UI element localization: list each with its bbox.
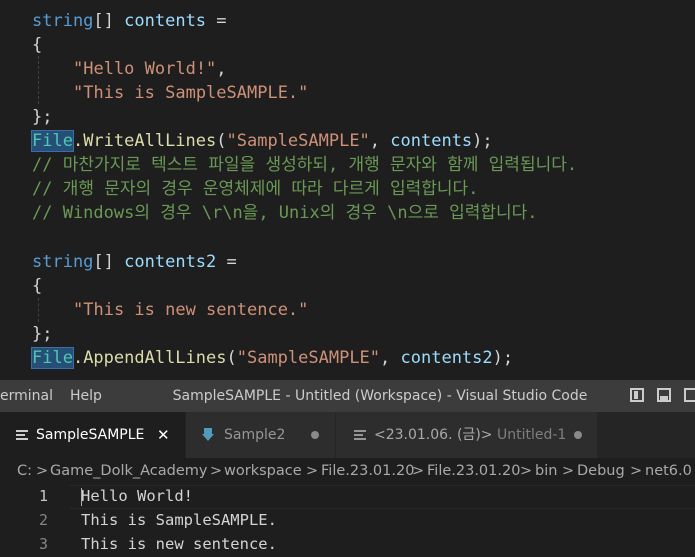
comment-line: // Windows의 경우 \r\n을, Unix의 경우 \n으로 입력합니… [32, 203, 538, 223]
close-icon[interactable]: ✕ [157, 412, 170, 458]
string-literal: "This is new sentence." [73, 300, 309, 320]
separator: , [380, 348, 401, 368]
breadcrumb-separator: > [630, 463, 643, 479]
variable-name: contents [124, 11, 207, 31]
editor-tab-bar: SampleSAMPLE ✕ Sample2 <23.01.06. (금)> U… [0, 412, 695, 458]
lines-icon [354, 430, 366, 440]
layout-icon[interactable] [684, 388, 695, 402]
download-arrow-icon [202, 428, 214, 441]
string-literal: "This is SampleSAMPLE." [73, 83, 309, 103]
breadcrumb-item[interactable]: File.23.01.20 [321, 458, 414, 484]
breadcrumb-separator: > [562, 463, 575, 479]
unsaved-dot-icon[interactable] [574, 431, 582, 439]
breadcrumb-item[interactable]: C: [17, 458, 32, 484]
text-cursor [81, 488, 82, 506]
string-literal: "Hello World!" [73, 59, 217, 79]
tab-untitled-1[interactable]: <23.01.06. (금)> Untitled-1 [336, 412, 598, 458]
punctuation: , [216, 59, 227, 79]
separator: , [369, 131, 391, 151]
brackets: [] [93, 11, 114, 31]
lines-icon [16, 430, 28, 440]
class-name: File [31, 347, 74, 369]
toggle-sidebar-icon[interactable] [630, 388, 644, 402]
brackets: [] [93, 252, 114, 272]
method-name: .AppendAllLines [72, 348, 227, 368]
breadcrumb-separator: > [306, 463, 319, 479]
code-line: }; [32, 324, 53, 344]
tab-label: Untitled-1 [497, 427, 567, 443]
editor-line[interactable]: This is SampleSAMPLE. [81, 508, 277, 532]
indent-guide [38, 298, 39, 322]
code-line: { [32, 35, 43, 55]
breadcrumb-item[interactable]: workspace [224, 458, 302, 484]
class-name: File [31, 130, 74, 152]
string-literal: "SampleSAMPLE" [226, 131, 370, 151]
editor-line[interactable]: This is new sentence. [81, 532, 277, 556]
code-line: string[] contents2 = [32, 250, 237, 274]
string-literal: "SampleSAMPLE" [236, 348, 381, 368]
breadcrumb: C: > Game_Dolk_Academy > workspace > Fil… [0, 458, 695, 484]
breadcrumb-separator: > [412, 463, 425, 479]
code-line: "This is SampleSAMPLE." [73, 81, 308, 105]
code-line: { [32, 276, 43, 296]
code-snippet-panel: string[] contents = { "Hello World!", "T… [0, 0, 695, 380]
breadcrumb-separator: > [36, 463, 49, 479]
title-bar: erminal Help SampleSAMPLE - Untitled (Wo… [0, 380, 695, 412]
method-name: .WriteAllLines [72, 131, 217, 151]
code-line: }; [32, 107, 53, 127]
paren-open: ( [226, 348, 237, 368]
breadcrumb-item[interactable]: Game_Dolk_Academy [50, 458, 207, 484]
code-line: "This is new sentence." [73, 298, 308, 322]
breadcrumb-separator: > [210, 463, 223, 479]
editor-line[interactable]: Hello World! [81, 484, 193, 508]
indent-guide [38, 56, 39, 104]
operator: = [226, 252, 237, 272]
window-title: SampleSAMPLE - Untitled (Workspace) - Vi… [172, 388, 588, 404]
comment-line: // 마찬가지로 텍스트 파일을 생성하되, 개행 문자와 함께 입력됩니다. [32, 155, 578, 175]
variable-name: contents2 [400, 348, 493, 368]
paren-open: ( [216, 131, 227, 151]
line-number: 1 [38, 487, 48, 505]
tab-label: Sample2 [224, 427, 286, 443]
tab-date-prefix: <23.01.06. (금)> [374, 427, 493, 443]
line-number: 2 [38, 511, 48, 529]
line-number: 3 [38, 535, 48, 553]
breadcrumb-item[interactable]: bin [535, 458, 557, 484]
operator: = [216, 11, 227, 31]
type-keyword: string [32, 11, 94, 31]
code-line: "Hello World!", [73, 57, 227, 81]
variable-name: contents [390, 131, 473, 151]
toggle-panel-icon[interactable] [657, 388, 671, 402]
variable-name: contents2 [124, 252, 217, 272]
paren-close: ); [472, 131, 493, 151]
breadcrumb-item[interactable]: Debug [577, 458, 625, 484]
editor-area[interactable]: 1 Hello World! 2 This is SampleSAMPLE. 3… [0, 484, 695, 557]
comment-line: // 개행 문자의 경우 운영체제에 따라 다르게 입력합니다. [32, 179, 479, 199]
code-line: File.WriteAllLines("SampleSAMPLE", conte… [31, 129, 493, 153]
unsaved-dot-icon[interactable] [311, 431, 319, 439]
breadcrumb-item[interactable]: net6.0 [645, 458, 692, 484]
tab-samplesample[interactable]: SampleSAMPLE ✕ [0, 412, 186, 458]
code-line: string[] contents = [32, 9, 227, 33]
tab-label: SampleSAMPLE [36, 427, 145, 443]
type-keyword: string [32, 252, 94, 272]
breadcrumb-separator: > [520, 463, 533, 479]
paren-close: ); [492, 348, 514, 368]
tab-sample2[interactable]: Sample2 [186, 412, 336, 458]
code-line: File.AppendAllLines("SampleSAMPLE", cont… [31, 346, 514, 370]
breadcrumb-item[interactable]: File.23.01.20 [427, 458, 520, 484]
